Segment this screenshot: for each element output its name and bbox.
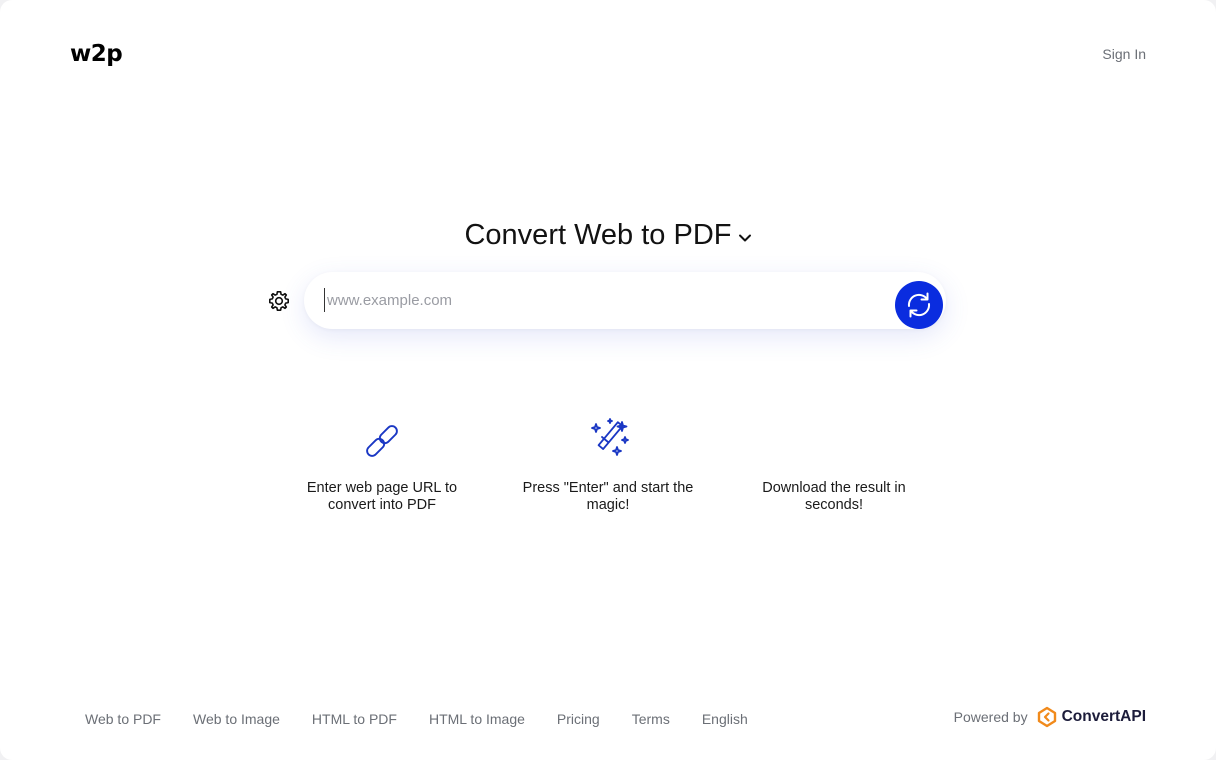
feature-text: Enter web page URL to convert into PDF: [306, 480, 458, 513]
sign-in-link[interactable]: Sign In: [1102, 45, 1146, 63]
convertapi-logo-icon: [1037, 706, 1056, 728]
chevron-down-icon: [738, 234, 751, 242]
url-input[interactable]: [324, 288, 884, 312]
refresh-icon: [907, 292, 931, 318]
gear-icon: [269, 291, 289, 311]
feature-text: Press "Enter" and start the magic!: [522, 480, 694, 513]
settings-button[interactable]: [267, 289, 291, 313]
powered-by-label: Powered by: [953, 709, 1028, 725]
footer-nav: Web to PDF Web to Image HTML to PDF HTML…: [85, 711, 748, 728]
feature-download: Download the result in seconds!: [734, 412, 934, 514]
logo[interactable]: w2p: [70, 40, 123, 68]
conversion-heading: Convert Web to PDF: [0, 216, 1216, 254]
url-search-bar: [304, 272, 946, 329]
conversion-type-dropdown[interactable]: Convert Web to PDF: [464, 216, 751, 254]
footer-link-web-to-image[interactable]: Web to Image: [193, 711, 280, 728]
brand-name: ConvertAPI: [1061, 708, 1146, 725]
language-selector[interactable]: English: [702, 711, 748, 728]
convert-button[interactable]: [895, 281, 943, 329]
link-icon: [366, 425, 398, 457]
feature-enter-url: Enter web page URL to convert into PDF: [282, 412, 482, 514]
page-title: Convert Web to PDF: [464, 219, 732, 251]
footer-link-pricing[interactable]: Pricing: [557, 711, 600, 728]
footer-link-web-to-pdf[interactable]: Web to PDF: [85, 711, 161, 728]
convertapi-link[interactable]: ConvertAPI: [1036, 706, 1146, 728]
feature-text: Download the result in seconds!: [762, 480, 906, 513]
powered-by: Powered by ConvertAPI: [954, 706, 1146, 728]
footer-link-terms[interactable]: Terms: [632, 711, 670, 728]
footer-link-html-to-image[interactable]: HTML to Image: [429, 711, 525, 728]
footer-link-html-to-pdf[interactable]: HTML to PDF: [312, 711, 397, 728]
page: w2p Sign In Convert Web to PDF www.examp…: [0, 0, 1216, 760]
magic-wand-icon: [591, 418, 629, 456]
feature-press-enter: Press "Enter" and start the magic!: [508, 412, 708, 514]
